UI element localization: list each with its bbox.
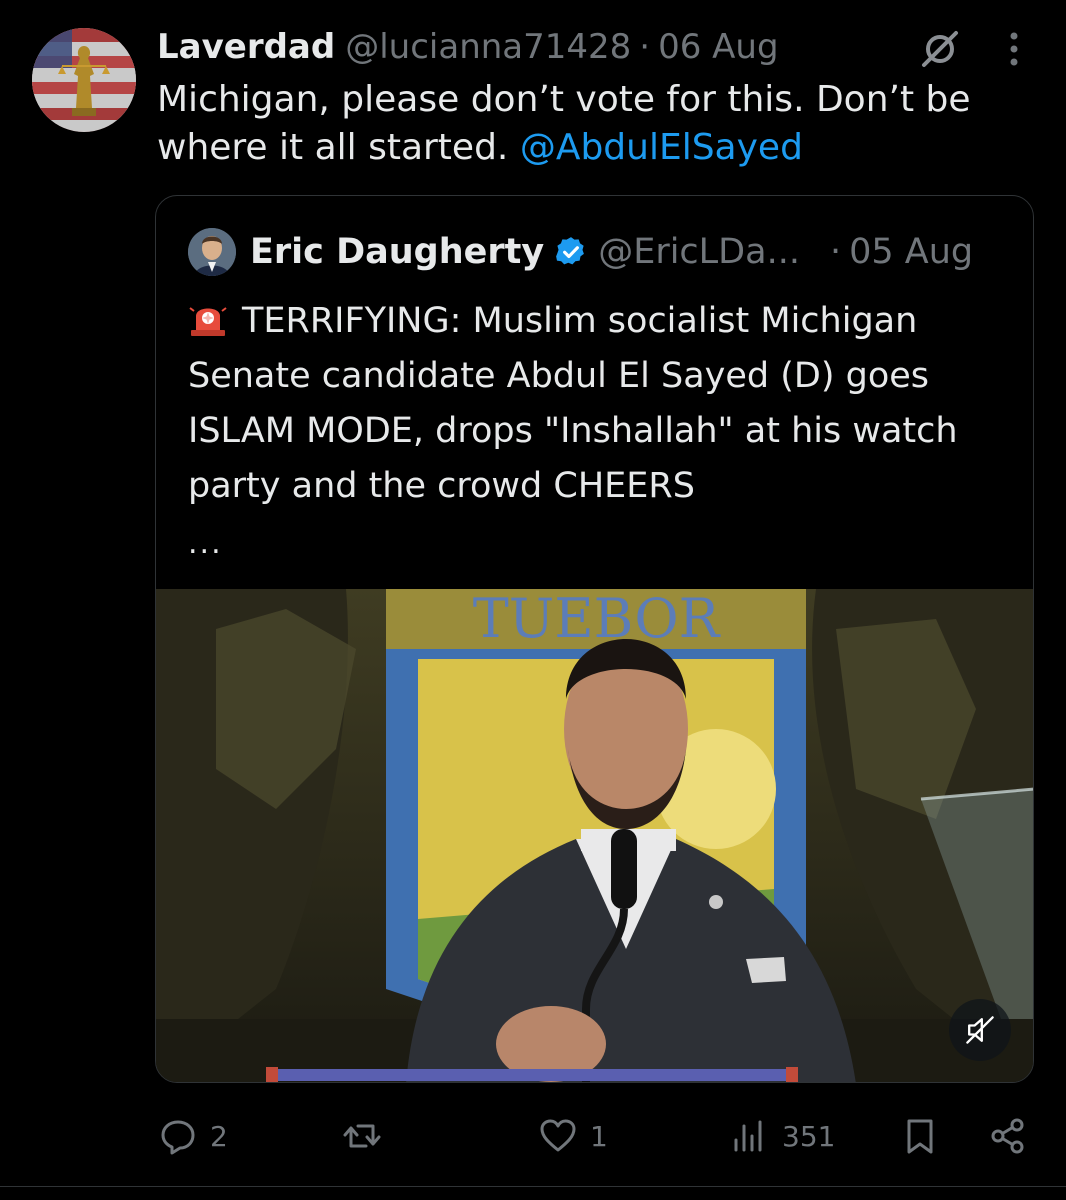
show-more-ellipsis[interactable]: ... [188,526,223,561]
more-options-button[interactable] [996,27,1032,71]
tweet-header: Laverdad @lucianna71428 · 06 Aug [157,24,779,70]
mute-toggle-button[interactable] [949,999,1011,1061]
grok-button[interactable] [918,27,962,71]
quoted-tweet-video[interactable]: TUEBOR [156,589,1033,1082]
author-handle[interactable]: @lucianna71428 [345,27,631,67]
bookmark-icon [907,1119,933,1154]
heart-icon [540,1119,576,1152]
views-chart-icon [734,1120,762,1152]
share-button[interactable] [988,1110,1028,1162]
separator-dot: · [639,27,651,67]
media-banner-text: TUEBOR [473,589,721,650]
quoted-tweet-date[interactable]: 05 Aug [849,232,973,272]
quoted-separator-dot: · [829,232,842,272]
quoted-author-name[interactable]: Eric Daugherty [250,232,544,272]
quoted-tweet-header: Eric Daugherty @EricLDa... · 05 Aug [250,226,973,278]
verified-badge-icon [556,237,585,265]
speaker-muted-icon [966,1016,994,1044]
siren-emoji-icon [189,307,227,336]
quoted-tweet-text: TERRIFYING: Muslim socialist Michigan Se… [188,294,1018,514]
grok-icon [922,31,958,67]
mention-link[interactable]: @AbdulElSayed [520,127,803,168]
retweet-icon [343,1124,381,1148]
like-button[interactable]: 1 [538,1110,608,1162]
author-avatar[interactable] [32,28,136,132]
bookmark-button[interactable] [900,1110,940,1162]
tweet-date[interactable]: 06 Aug [658,27,778,67]
like-count: 1 [590,1119,608,1153]
quoted-author-avatar[interactable] [188,228,236,276]
author-name[interactable]: Laverdad [157,27,335,67]
share-icon [991,1118,1024,1154]
more-options-icon [1010,32,1018,66]
retweet-button[interactable] [342,1110,394,1162]
man-portrait-avatar-icon [188,228,236,276]
tweet-action-bar: 2 1 351 [0,1110,1066,1162]
views-count: 351 [782,1119,836,1153]
views-button[interactable]: 351 [730,1110,835,1162]
quoted-tweet-body: TERRIFYING: Muslim socialist Michigan Se… [188,301,958,506]
divider [0,1186,1066,1187]
tweet-text: Michigan, please don’t vote for this. Do… [157,76,1037,172]
lady-justice-flag-avatar-icon [32,28,136,132]
reply-button[interactable]: 2 [158,1110,228,1162]
reply-icon [161,1120,195,1155]
quoted-tweet-card[interactable]: Eric Daugherty @EricLDa... · 05 Aug TERR… [155,195,1034,1083]
video-thumbnail: TUEBOR [156,589,1033,1082]
quoted-author-handle[interactable]: @EricLDa... [598,232,800,272]
reply-count: 2 [210,1119,228,1153]
